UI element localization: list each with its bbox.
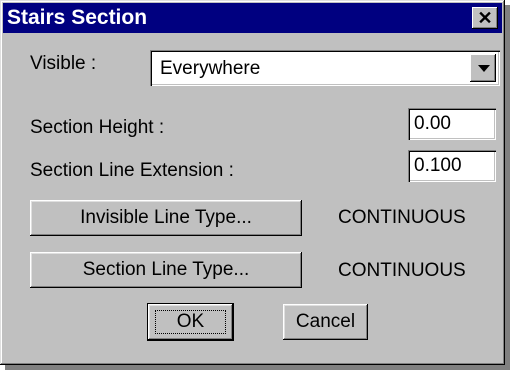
visible-label: Visible : [30,53,97,74]
chevron-down-icon[interactable] [470,54,496,82]
dialog-shadow-right [505,5,510,370]
ok-button[interactable]: OK [148,304,233,340]
section-height-value: 0.00 [414,113,451,134]
invisible-line-type-value: CONTINUOUS [338,207,466,228]
section-height-label: Section Height : [30,117,165,138]
section-line-type-button[interactable]: Section Line Type... [30,252,302,288]
dialog-title: Stairs Section [7,6,148,29]
invisible-line-type-button[interactable]: Invisible Line Type... [30,200,302,236]
cancel-button[interactable]: Cancel [283,304,368,340]
cancel-button-label: Cancel [295,311,356,332]
visible-dropdown[interactable]: Everywhere [150,50,500,86]
invisible-line-type-button-label: Invisible Line Type... [80,207,252,228]
section-line-extension-value: 0.100 [414,155,462,176]
section-height-field[interactable]: 0.00 [408,108,496,140]
section-line-type-value: CONTINUOUS [338,260,466,281]
title-bar[interactable]: Stairs Section ✕ [3,3,502,33]
dialog-shadow [5,365,510,370]
section-line-extension-label: Section Line Extension : [30,160,234,181]
focus-rectangle [155,310,226,334]
section-line-extension-field[interactable]: 0.100 [408,150,496,182]
close-icon: ✕ [477,8,493,28]
close-button[interactable]: ✕ [472,7,498,29]
visible-value: Everywhere [160,58,261,79]
stairs-section-dialog: Stairs Section ✕ Visible : Everywhere Se… [0,0,505,365]
section-line-type-button-label: Section Line Type... [82,259,250,280]
